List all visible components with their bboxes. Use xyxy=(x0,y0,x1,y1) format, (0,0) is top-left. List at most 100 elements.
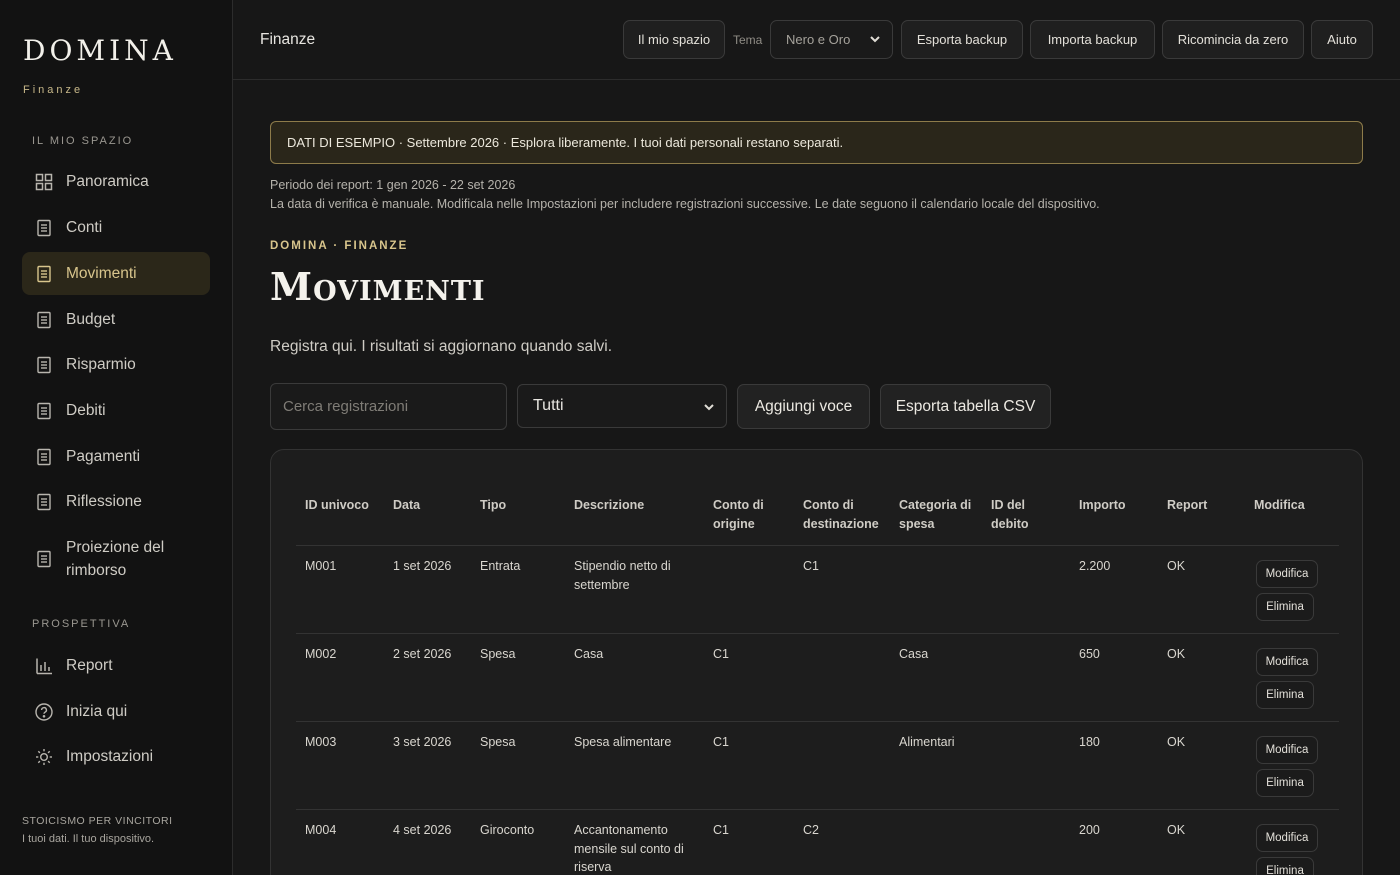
cell-date: 2 set 2026 xyxy=(393,647,452,661)
page-section-title: Finanze xyxy=(260,31,316,48)
cell-category: Alimentari xyxy=(899,735,955,749)
delete-row-button[interactable]: Elimina xyxy=(1256,681,1314,709)
cell-amount: 650 xyxy=(1079,647,1100,661)
cell-from-account: C1 xyxy=(713,823,729,837)
cell-date: 1 set 2026 xyxy=(393,559,452,573)
cell-id: M003 xyxy=(305,735,337,749)
edit-row-button[interactable]: Modifica xyxy=(1256,560,1318,588)
cell-type: Entrata xyxy=(480,559,521,573)
bar-chart-icon xyxy=(35,657,53,675)
restart-button[interactable]: Ricomincia da zero xyxy=(1162,20,1304,59)
table-row: M001 1 set 2026 Entrata Stipendio netto … xyxy=(296,546,1339,634)
sidebar-item-label: Panoramica xyxy=(66,172,149,190)
cell-report: OK xyxy=(1167,559,1186,573)
cell-type: Giroconto xyxy=(480,823,535,837)
cell-id: M004 xyxy=(305,823,337,837)
cell-type: Spesa xyxy=(480,735,516,749)
delete-row-button[interactable]: Elimina xyxy=(1256,593,1314,621)
document-icon xyxy=(35,402,53,420)
col-header-report: Report xyxy=(1167,498,1208,512)
sample-data-banner: DATI DI ESEMPIO · Settembre 2026 · Esplo… xyxy=(270,121,1363,164)
table-row: M004 4 set 2026 Giroconto Accantonamento… xyxy=(296,810,1339,875)
import-backup-button[interactable]: Importa backup xyxy=(1030,20,1155,59)
document-icon xyxy=(35,265,53,283)
cell-date: 4 set 2026 xyxy=(393,823,452,837)
sidebar-item-label: Movimenti xyxy=(66,264,137,282)
cell-category: Casa xyxy=(899,647,929,661)
page-lead: Registra qui. I risultati si aggiornano … xyxy=(270,338,613,355)
cell-from-account: C1 xyxy=(713,735,729,749)
search-input[interactable] xyxy=(270,383,507,430)
sidebar-item-impostazioni[interactable]: Impostazioni xyxy=(22,735,210,778)
help-icon xyxy=(35,702,53,721)
sidebar-item-movimenti[interactable]: Movimenti xyxy=(22,252,210,295)
sidebar-item-proiezione-rimborso[interactable]: Proiezione del rimborso xyxy=(22,531,192,587)
sidebar-item-label: Report xyxy=(66,656,113,674)
sidebar-item-label: Impostazioni xyxy=(66,747,154,765)
cell-report: OK xyxy=(1167,735,1186,749)
cell-to-account: C2 xyxy=(803,823,819,837)
page-title: Movimenti xyxy=(270,264,486,309)
edit-row-button[interactable]: Modifica xyxy=(1256,648,1318,676)
chevron-down-icon xyxy=(868,32,882,46)
delete-row-button[interactable]: Elimina xyxy=(1256,857,1314,875)
cell-to-account: C1 xyxy=(803,559,819,573)
export-backup-button[interactable]: Esporta backup xyxy=(901,20,1023,59)
document-icon xyxy=(35,448,53,466)
col-header-from-account: Conto di origine xyxy=(713,498,764,531)
col-header-edit: Modifica xyxy=(1254,498,1305,512)
report-period: Periodo dei report: 1 gen 2026 - 22 set … xyxy=(270,178,516,192)
document-icon xyxy=(35,493,53,511)
sidebar: DOMINA Finanze IL MIO SPAZIO Panoramica … xyxy=(0,0,233,875)
help-button[interactable]: Aiuto xyxy=(1311,20,1373,59)
cell-report: OK xyxy=(1167,647,1186,661)
sidebar-item-panoramica[interactable]: Panoramica xyxy=(22,160,210,203)
nav-section-prospettiva: PROSPETTIVA xyxy=(32,618,131,630)
my-space-button[interactable]: Il mio spazio xyxy=(623,20,725,59)
top-bar: Finanze Il mio spazio Tema Nero e Oro Es… xyxy=(233,0,1400,80)
sidebar-item-label: Budget xyxy=(66,310,116,328)
sidebar-item-label: Riflessione xyxy=(66,492,142,510)
verification-note: La data di verifica è manuale. Modifical… xyxy=(270,197,1100,211)
add-entry-button[interactable]: Aggiungi voce xyxy=(737,384,870,429)
movements-table-card: ID univoco Data Tipo Descrizione Conto d… xyxy=(270,449,1363,875)
sidebar-item-pagamenti[interactable]: Pagamenti xyxy=(22,435,210,478)
sidebar-item-riflessione[interactable]: Riflessione xyxy=(22,480,210,523)
table-row: M003 3 set 2026 Spesa Spesa alimentare C… xyxy=(296,722,1339,810)
table-row: M002 2 set 2026 Spesa Casa C1 Casa 650 O… xyxy=(296,634,1339,722)
cell-amount: 200 xyxy=(1079,823,1100,837)
theme-label: Tema xyxy=(733,33,763,47)
grid-icon xyxy=(35,173,53,191)
sidebar-item-budget[interactable]: Budget xyxy=(22,298,210,341)
sidebar-item-label: Proiezione del rimborso xyxy=(66,539,165,579)
cell-amount: 180 xyxy=(1079,735,1100,749)
brand-subtitle: Finanze xyxy=(23,84,84,96)
cell-description: Stipendio netto di settembre xyxy=(574,559,671,592)
type-filter-select[interactable]: Tutti xyxy=(517,384,727,428)
cell-id: M002 xyxy=(305,647,337,661)
sun-icon xyxy=(35,748,53,766)
document-icon xyxy=(35,550,53,568)
sidebar-item-inizia-qui[interactable]: Inizia qui xyxy=(22,690,210,733)
nav-section-my-space: IL MIO SPAZIO xyxy=(32,135,134,147)
theme-select[interactable]: Nero e Oro xyxy=(770,20,893,59)
col-header-to-account: Conto di destinazione xyxy=(803,498,879,531)
sidebar-item-report[interactable]: Report xyxy=(22,644,210,687)
sidebar-item-conti[interactable]: Conti xyxy=(22,206,210,249)
sidebar-item-label: Debiti xyxy=(66,401,106,419)
footer-text: I tuoi dati. Il tuo dispositivo. xyxy=(22,833,155,845)
page-kicker: DOMINA · FINANZE xyxy=(270,240,409,252)
sidebar-item-label: Inizia qui xyxy=(66,702,128,720)
sidebar-item-debiti[interactable]: Debiti xyxy=(22,389,210,432)
cell-description: Casa xyxy=(574,647,604,661)
sidebar-item-risparmio[interactable]: Risparmio xyxy=(22,343,210,386)
col-header-date: Data xyxy=(393,498,421,512)
edit-row-button[interactable]: Modifica xyxy=(1256,736,1318,764)
type-filter-value: Tutti xyxy=(533,397,564,414)
cell-date: 3 set 2026 xyxy=(393,735,452,749)
col-header-type: Tipo xyxy=(480,498,507,512)
col-header-category: Categoria di spesa xyxy=(899,498,972,531)
delete-row-button[interactable]: Elimina xyxy=(1256,769,1314,797)
export-csv-button[interactable]: Esporta tabella CSV xyxy=(880,384,1051,429)
edit-row-button[interactable]: Modifica xyxy=(1256,824,1318,852)
